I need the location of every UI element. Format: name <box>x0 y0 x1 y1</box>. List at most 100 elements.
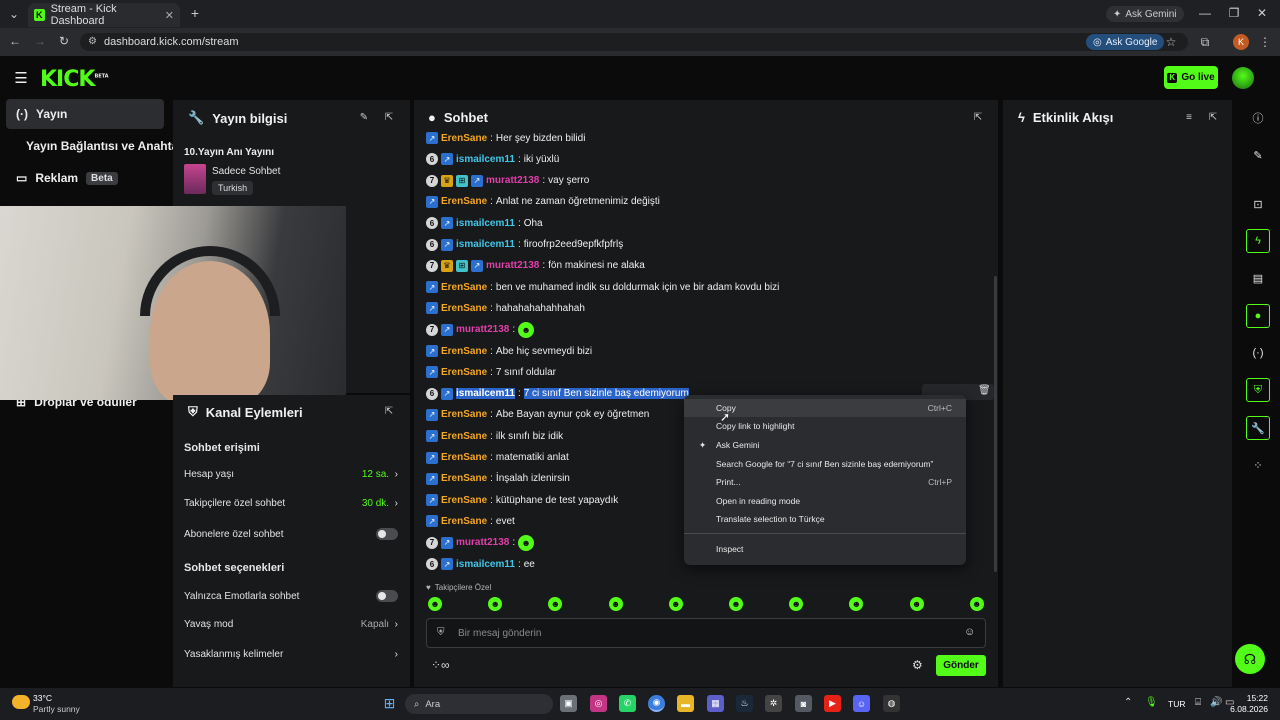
context-menu-item-inspect[interactable]: Inspect <box>684 540 966 558</box>
notes-icon[interactable]: ▤ <box>1246 266 1270 290</box>
popout-icon[interactable]: ⇱ <box>383 111 395 123</box>
context-menu-item-translate[interactable]: Translate selection to Türkçe <box>684 510 966 528</box>
nav-item-ads[interactable]: ▭ Reklam Beta <box>6 163 118 193</box>
context-menu-item-ask-gemini[interactable]: ✦ Ask Gemini <box>684 436 966 454</box>
emotes-only-toggle[interactable] <box>376 590 398 602</box>
site-info-icon[interactable]: ⚙ <box>88 36 97 47</box>
info-icon[interactable]: ⓘ <box>1246 106 1270 130</box>
chat-message[interactable]: 7 ♛ ⊞ ↗ muratt2138: vay şerro <box>426 173 589 189</box>
emoji-icon[interactable]: ☺ <box>964 626 975 638</box>
emote-picker-icon[interactable]: ☻ <box>969 597 984 611</box>
edit-pencil-icon[interactable]: ✎ <box>358 111 370 123</box>
reload-icon[interactable]: ↻ <box>57 34 71 48</box>
slow-mode-row[interactable]: Yavaş mod Kapalı › <box>184 619 398 630</box>
chat-message[interactable]: ↗ ErenSane: Abe Bayan aynur çok ey öğretme… <box>426 407 649 423</box>
chat-username[interactable]: ErenSane <box>441 473 487 484</box>
restore-icon[interactable]: ❐ <box>1227 6 1241 20</box>
chat-username[interactable]: muratt2138 <box>456 537 509 548</box>
input-language[interactable]: TUR <box>1168 699 1185 709</box>
task-view-icon[interactable]: ▣ <box>560 695 577 712</box>
taskbar-search[interactable]: ⌕ Ara <box>405 694 553 714</box>
network-icon[interactable]: ⌸ <box>1195 697 1201 708</box>
hamburger-menu-icon[interactable]: ☰ <box>12 70 30 87</box>
minimize-icon[interactable]: — <box>1198 6 1212 20</box>
store-icon[interactable]: ▦ <box>707 695 724 712</box>
screenshot-icon[interactable]: ⊡ <box>1246 192 1270 216</box>
volume-icon[interactable]: 🔊 <box>1210 697 1222 708</box>
chat-username[interactable]: ErenSane <box>441 133 487 144</box>
chat-input-field[interactable]: ⛨ Bir mesaj gönderin ☺ <box>426 618 986 648</box>
extensions-icon[interactable]: ⧉ <box>1198 35 1212 49</box>
chat-message[interactable]: ↗ ErenSane: matematiki anlat <box>426 450 569 466</box>
chat-username[interactable]: ErenSane <box>441 431 487 442</box>
emote-picker-icon[interactable]: ☻ <box>668 597 683 611</box>
channel-actions-widget-icon[interactable]: ⛨ <box>1246 378 1270 402</box>
context-menu-item-reading-mode[interactable]: Open in reading mode <box>684 492 966 510</box>
chat-message[interactable]: ↗ ErenSane: ilk sınıfı biz idik <box>426 428 563 444</box>
account-age-row[interactable]: Hesap yaşı 12 sa. › <box>184 469 398 480</box>
chat-username[interactable]: ErenSane <box>441 495 487 506</box>
chat-message[interactable]: 7 ↗ muratt2138: ☻ <box>426 534 535 551</box>
emote-picker-icon[interactable]: ☻ <box>428 597 442 611</box>
chat-message[interactable]: ↗ ErenSane: ben ve muhamed indik su doldur… <box>426 279 779 295</box>
popout-icon[interactable]: ⇱ <box>1207 111 1219 123</box>
whatsapp-icon[interactable]: ✆ <box>619 695 636 712</box>
infinity-icon[interactable]: ⁘∞ <box>431 658 450 672</box>
profile-avatar[interactable]: K <box>1233 34 1249 50</box>
trash-icon[interactable]: 🗑 <box>978 385 991 396</box>
chat-message[interactable]: 6 ↗ ismailcem11: iki yüxlü <box>426 151 559 167</box>
chat-message[interactable]: 6 ↗ ismailcem11: firoofrp2eed9epfkfpfrlş <box>426 237 623 253</box>
chat-message[interactable]: ↗ ErenSane: Her şey bizden bilidi <box>426 130 585 146</box>
tab-close-icon[interactable]: ✕ <box>165 9 174 22</box>
banned-words-row[interactable]: Yasaklanmış kelimeler › <box>184 649 398 660</box>
chat-username[interactable]: ismailcem11 <box>456 559 515 570</box>
chat-username[interactable]: muratt2138 <box>486 175 539 186</box>
chat-message[interactable]: ↗ ErenSane: Anlat ne zaman öğretmenimiz de… <box>426 194 660 210</box>
chat-message[interactable]: ↗ ErenSane: hahahahahahhahah <box>426 300 585 316</box>
chat-username[interactable]: ErenSane <box>441 367 487 378</box>
steam-icon[interactable]: ♨ <box>736 695 753 712</box>
bookmark-star-icon[interactable]: ☆ <box>1164 35 1178 49</box>
subscribers-only-toggle[interactable] <box>376 528 398 540</box>
nav-item-stream[interactable]: (·) Yayın <box>6 99 164 129</box>
wrench-widget-icon[interactable]: 🔧 <box>1246 416 1270 440</box>
chat-username[interactable]: muratt2138 <box>456 324 509 335</box>
ask-google-button[interactable]: ◎ Ask Google <box>1086 34 1165 50</box>
back-icon[interactable]: ← <box>8 34 22 48</box>
chat-username[interactable]: ErenSane <box>441 346 487 357</box>
emote-picker-icon[interactable]: ☻ <box>729 597 743 611</box>
lightning-widget-icon[interactable]: ϟ <box>1246 229 1270 253</box>
chat-message[interactable]: ↗ ErenSane: İnşalah izlenirsin <box>426 471 570 487</box>
chat-username[interactable]: ismailcem11 <box>456 218 515 229</box>
chatgpt-icon[interactable]: ✲ <box>765 695 782 712</box>
broadcast-widget-icon[interactable]: (·) <box>1246 341 1270 365</box>
camera-icon[interactable]: ◙ <box>795 695 812 712</box>
chat-username[interactable]: ismailcem11 <box>456 239 515 250</box>
chat-message[interactable]: ↗ ErenSane: kütüphane de test yapaydık <box>426 492 618 508</box>
go-live-button[interactable]: K Go live <box>1164 66 1218 89</box>
file-explorer-icon[interactable]: ▬ <box>677 695 694 712</box>
chat-username[interactable]: ErenSane <box>441 516 487 527</box>
instagram-icon[interactable]: ◎ <box>590 695 607 712</box>
help-headset-icon[interactable]: ☊ <box>1235 644 1265 674</box>
emote-picker-icon[interactable]: ☻ <box>909 597 924 611</box>
nav-item-stream-key[interactable]: Yayın Bağlantısı ve Anahtarı <box>6 131 186 161</box>
settings-gear-icon[interactable]: ⚙ <box>912 658 923 672</box>
chat-message[interactable]: 7 ↗ muratt2138: ☻ <box>426 321 535 338</box>
kick-logo[interactable]: KICKBETA <box>40 67 109 92</box>
chat-message[interactable]: 6 ↗ ismailcem11:7 ci sınıf Ben sizinle baş… <box>426 386 689 402</box>
youtube-icon[interactable]: ▶ <box>824 695 841 712</box>
chat-username[interactable]: ismailcem11 <box>456 154 515 165</box>
popout-icon[interactable]: ⇱ <box>972 111 984 123</box>
filter-icon[interactable]: ≡ <box>1183 111 1195 123</box>
chat-message[interactable]: ↗ ErenSane: Abe hiç sevmeydi bizi <box>426 343 592 359</box>
user-avatar[interactable] <box>1232 67 1254 89</box>
chat-message[interactable]: ↗ ErenSane: evet <box>426 513 515 529</box>
browser-menu-icon[interactable]: ⋮ <box>1258 35 1272 49</box>
clock-time[interactable]: 15:22 <box>1244 693 1268 703</box>
tab-search-icon[interactable]: ⌄ <box>6 6 22 22</box>
chat-username[interactable]: ErenSane <box>441 452 487 463</box>
followers-only-row[interactable]: Takipçilere özel sohbet 30 dk. › <box>184 498 398 509</box>
windows-start-icon[interactable]: ⊞ <box>381 695 398 712</box>
chat-message[interactable]: 6 ↗ ismailcem11: Oha <box>426 215 543 231</box>
